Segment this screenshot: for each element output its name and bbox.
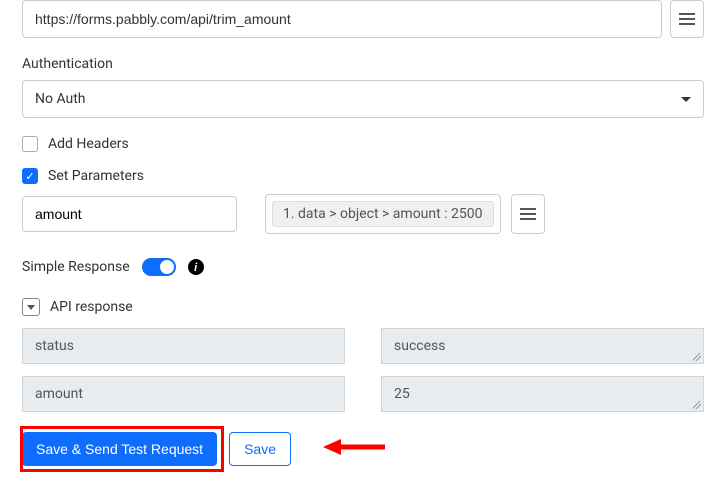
set-parameters-label: Set Parameters xyxy=(48,168,144,184)
chevron-down-icon xyxy=(27,305,35,310)
annotation-arrow-icon xyxy=(323,437,387,461)
param-value-input[interactable]: 1. data > object > amount : 2500 xyxy=(265,194,501,234)
param-value-chip: 1. data > object > amount : 2500 xyxy=(272,201,494,227)
param-key-input[interactable] xyxy=(22,196,237,232)
authentication-value: No Auth xyxy=(35,91,86,107)
add-headers-label: Add Headers xyxy=(48,136,129,152)
info-icon[interactable]: i xyxy=(188,259,204,275)
response-key-cell[interactable]: status xyxy=(22,328,345,364)
response-value-cell[interactable]: 25 xyxy=(381,376,704,412)
save-send-test-button[interactable]: Save & Send Test Request xyxy=(22,432,217,466)
hamburger-icon xyxy=(679,13,695,25)
param-options-button[interactable] xyxy=(511,194,545,234)
caret-down-icon xyxy=(681,97,691,102)
simple-response-toggle[interactable] xyxy=(142,258,176,276)
url-options-button[interactable] xyxy=(670,0,704,38)
save-button[interactable]: Save xyxy=(229,432,291,466)
request-url-input[interactable] xyxy=(22,0,662,38)
authentication-label: Authentication xyxy=(22,56,704,72)
authentication-select[interactable]: No Auth xyxy=(22,80,704,118)
api-response-label: API response xyxy=(50,299,133,315)
simple-response-label: Simple Response xyxy=(22,259,130,275)
api-response-expand-toggle[interactable] xyxy=(22,298,40,316)
response-value-cell[interactable]: success xyxy=(381,328,704,364)
hamburger-icon xyxy=(520,208,536,220)
set-parameters-checkbox[interactable]: ✓ xyxy=(22,168,38,184)
response-key-cell[interactable]: amount xyxy=(22,376,345,412)
add-headers-checkbox[interactable] xyxy=(22,136,38,152)
